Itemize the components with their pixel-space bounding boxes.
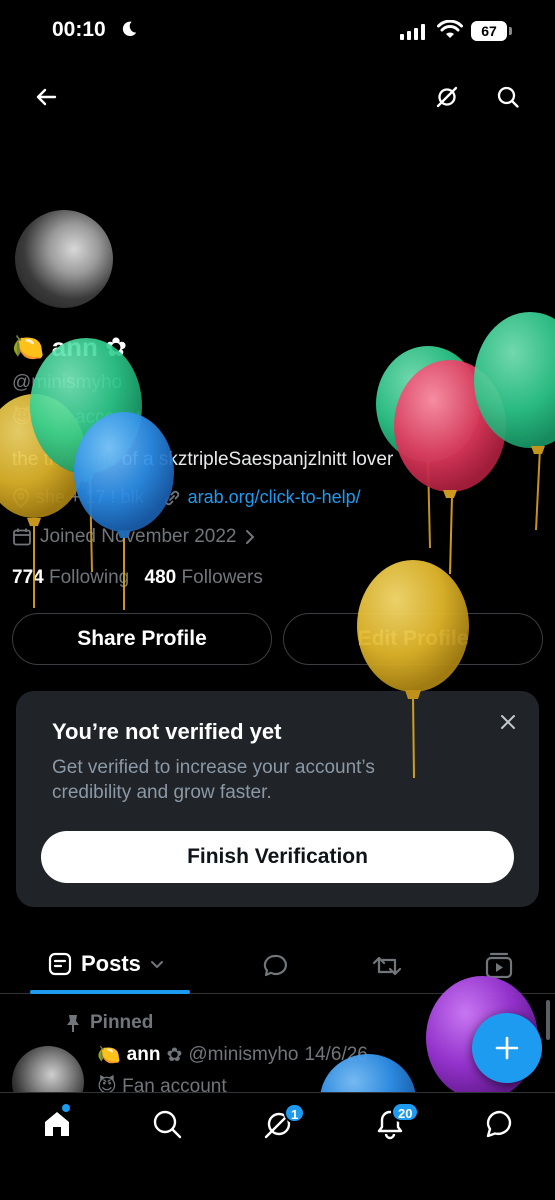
- following-label: Following: [48, 567, 130, 588]
- profile-website-link[interactable]: arab.org/click-to-help/: [188, 487, 361, 508]
- balloon-red: [394, 360, 506, 575]
- post-name-suffix: ✿: [166, 1044, 183, 1066]
- tab-posts-label: Posts: [81, 951, 141, 976]
- plus-icon: [495, 1036, 519, 1060]
- no-symbol-icon: [436, 86, 458, 108]
- joined-date[interactable]: Joined November 2022: [12, 526, 256, 548]
- battery-indicator: 67: [471, 21, 507, 41]
- edit-profile-button[interactable]: Edit Profile: [283, 613, 543, 665]
- grok-button[interactable]: [431, 81, 463, 113]
- scrollbar[interactable]: [546, 1000, 550, 1040]
- share-profile-button[interactable]: Share Profile: [12, 613, 272, 665]
- compose-button[interactable]: [472, 1013, 542, 1083]
- home-unread-dot: [62, 1104, 70, 1112]
- followers-count: 480: [144, 567, 177, 588]
- profile-avatar[interactable]: [12, 207, 116, 311]
- name-suffix: ✿: [105, 332, 127, 362]
- location-pin-icon: [13, 487, 29, 508]
- profile-handle: @minismyho: [12, 372, 123, 393]
- status-time: 00:10: [52, 18, 106, 41]
- battery-tip: [509, 27, 512, 35]
- link-icon: [164, 490, 179, 505]
- verification-text: Get verified to increase your account’s …: [52, 757, 375, 803]
- verification-title: You’re not verified yet: [52, 719, 282, 744]
- joined-label: Joined November 2022: [40, 526, 237, 547]
- search-button[interactable]: [492, 81, 524, 113]
- post-name-emoji: 🍋: [97, 1045, 121, 1066]
- follow-counts: 774 Following 480 Followers: [12, 567, 263, 589]
- calendar-icon: [13, 528, 31, 546]
- chevron-down-icon: [150, 961, 163, 969]
- posts-icon: [48, 952, 72, 976]
- pinned-label: Pinned: [90, 1012, 154, 1033]
- tab-reposts-icon[interactable]: [371, 952, 403, 980]
- pinned-indicator: Pinned: [64, 1012, 153, 1034]
- arrow-left-icon: [36, 88, 57, 106]
- post-header: 🍋 ann ✿ @minismyho 14/6/26: [97, 1043, 368, 1067]
- profile-location: she + 17 ! blk: [36, 487, 144, 507]
- balloon-green-middle: [376, 346, 480, 549]
- back-button[interactable]: [30, 81, 62, 113]
- post-date: 14/6/26: [304, 1044, 368, 1065]
- followers-label: Followers: [181, 567, 263, 588]
- post-author-handle: @minismyho: [188, 1044, 299, 1065]
- balloon-green-right: [474, 312, 555, 531]
- tab-media-icon[interactable]: [484, 950, 514, 980]
- pin-icon: [67, 1015, 79, 1032]
- chevron-right-icon: [246, 530, 255, 544]
- tab-replies-icon[interactable]: [261, 952, 289, 980]
- display-name: ann: [51, 332, 98, 362]
- profile-bio: the thoughts of a skztripleSaespanjzlnit…: [12, 449, 394, 470]
- finish-verification-button[interactable]: Finish Verification: [41, 831, 514, 883]
- profile-meta: she + 17 ! blk arab.org/click-to-help/: [12, 487, 361, 508]
- fan-account-label: 😈 Fan account: [12, 407, 142, 428]
- notifications-badge: 20: [391, 1102, 420, 1122]
- following-count: 774: [12, 567, 44, 588]
- profile-name: 🍋 ann ✿: [12, 332, 127, 363]
- wifi-icon: [437, 20, 463, 38]
- crescent-moon-icon: [122, 21, 137, 37]
- followers-link[interactable]: 480 Followers: [145, 567, 263, 588]
- cellular-signal-icon: [400, 24, 426, 40]
- active-tab-indicator: [30, 990, 190, 994]
- tab-posts[interactable]: Posts: [47, 951, 165, 977]
- messages-icon[interactable]: [483, 1107, 517, 1141]
- grok-badge: 1: [284, 1103, 306, 1123]
- name-emoji: 🍋: [12, 332, 45, 362]
- search-icon: [497, 86, 519, 108]
- search-nav-icon[interactable]: [150, 1107, 184, 1141]
- close-icon[interactable]: [495, 709, 521, 735]
- post-author-name[interactable]: ann: [127, 1044, 161, 1066]
- following-link[interactable]: 774 Following: [12, 567, 129, 588]
- home-icon[interactable]: [40, 1107, 74, 1141]
